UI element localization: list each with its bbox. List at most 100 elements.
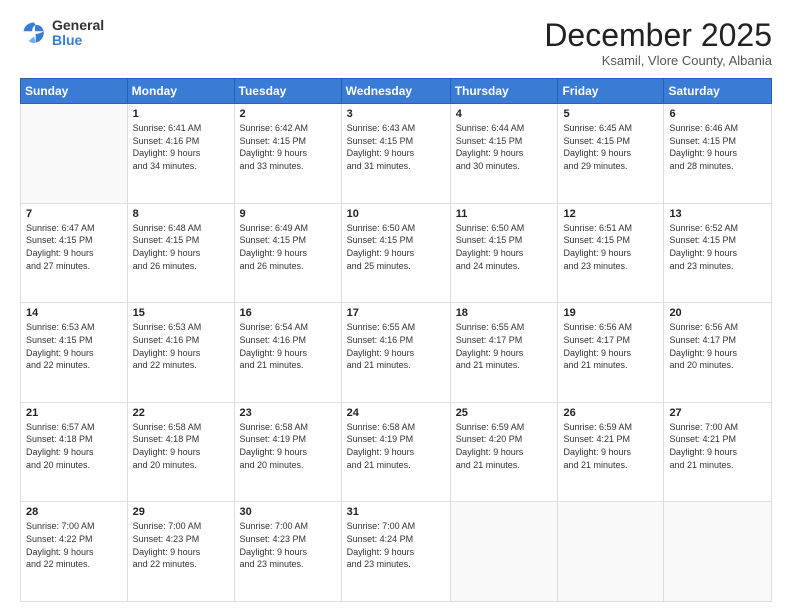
day-number: 29: [133, 506, 229, 518]
day-info-line: Sunrise: 6:52 AM: [669, 223, 738, 233]
day-info: Sunrise: 6:41 AMSunset: 4:16 PMDaylight:…: [133, 122, 229, 172]
calendar-body: 1Sunrise: 6:41 AMSunset: 4:16 PMDaylight…: [21, 104, 772, 602]
day-number: 13: [669, 208, 766, 220]
day-info-line: and 29 minutes.: [563, 161, 627, 171]
day-info-line: Sunset: 4:15 PM: [563, 235, 630, 245]
calendar-header: Sunday Monday Tuesday Wednesday Thursday…: [21, 79, 772, 104]
day-info-line: Sunset: 4:20 PM: [456, 434, 523, 444]
day-info-line: Daylight: 9 hours: [26, 248, 94, 258]
day-info-line: and 21 minutes.: [669, 460, 733, 470]
day-info-line: Sunrise: 7:00 AM: [133, 521, 202, 531]
day-number: 10: [347, 208, 445, 220]
calendar-cell: 6Sunrise: 6:46 AMSunset: 4:15 PMDaylight…: [664, 104, 772, 204]
day-info-line: and 23 minutes.: [240, 559, 304, 569]
day-info-line: Sunset: 4:15 PM: [456, 235, 523, 245]
day-info-line: and 22 minutes.: [26, 559, 90, 569]
day-info-line: Daylight: 9 hours: [456, 148, 524, 158]
header: General Blue December 2025 Ksamil, Vlore…: [20, 18, 772, 68]
day-info-line: Daylight: 9 hours: [669, 148, 737, 158]
day-info-line: Daylight: 9 hours: [669, 447, 737, 457]
logo-general-text: General: [52, 18, 104, 33]
calendar-week-1: 1Sunrise: 6:41 AMSunset: 4:16 PMDaylight…: [21, 104, 772, 204]
day-info-line: and 25 minutes.: [347, 261, 411, 271]
day-info-line: Sunrise: 6:57 AM: [26, 422, 95, 432]
day-info: Sunrise: 6:59 AM Sunset: 4:20 PM Daylight:…: [456, 421, 553, 471]
calendar-cell: 8Sunrise: 6:48 AMSunset: 4:15 PMDaylight…: [127, 203, 234, 303]
day-info-line: Sunset: 4:15 PM: [133, 235, 200, 245]
day-number: 27: [669, 407, 766, 419]
col-sunday: Sunday: [21, 79, 128, 104]
day-info: Sunrise: 6:49 AMSunset: 4:15 PMDaylight:…: [240, 222, 336, 272]
title-section: December 2025 Ksamil, Vlore County, Alba…: [544, 18, 772, 68]
day-info-line: Daylight: 9 hours: [347, 148, 415, 158]
day-info-line: and 21 minutes.: [347, 360, 411, 370]
calendar-cell: 3Sunrise: 6:43 AMSunset: 4:15 PMDaylight…: [341, 104, 450, 204]
day-info: Sunrise: 6:55 AMSunset: 4:17 PMDaylight:…: [456, 321, 553, 371]
day-number: 25: [456, 407, 553, 419]
day-info-line: Sunrise: 6:58 AM: [240, 422, 309, 432]
calendar-cell: [664, 502, 772, 602]
day-info: Sunrise: 6:50 AMSunset: 4:15 PMDaylight:…: [456, 222, 553, 272]
day-info-line: and 24 minutes.: [456, 261, 520, 271]
day-info-line: Sunrise: 7:00 AM: [26, 521, 95, 531]
day-info-line: Daylight: 9 hours: [133, 248, 201, 258]
calendar-cell: 7Sunrise: 6:47 AMSunset: 4:15 PMDaylight…: [21, 203, 128, 303]
day-info-line: Sunset: 4:15 PM: [669, 136, 736, 146]
day-number: 26: [563, 407, 658, 419]
day-info-line: Sunrise: 6:55 AM: [347, 322, 416, 332]
day-number: 12: [563, 208, 658, 220]
col-saturday: Saturday: [664, 79, 772, 104]
calendar-cell: 23Sunrise: 6:58 AMSunset: 4:19 PMDayligh…: [234, 402, 341, 502]
day-number: 20: [669, 307, 766, 319]
day-info-line: and 20 minutes.: [133, 460, 197, 470]
day-info-line: Daylight: 9 hours: [456, 447, 524, 457]
calendar-cell: 2Sunrise: 6:42 AMSunset: 4:15 PMDaylight…: [234, 104, 341, 204]
location: Ksamil, Vlore County, Albania: [544, 53, 772, 68]
day-info-line: Sunrise: 6:59 AM: [456, 422, 525, 432]
day-info-line: Sunset: 4:17 PM: [669, 335, 736, 345]
day-info-line: Sunset: 4:23 PM: [133, 534, 200, 544]
day-info-line: Daylight: 9 hours: [563, 248, 631, 258]
day-info-line: and 21 minutes.: [347, 460, 411, 470]
logo-icon: [20, 19, 48, 47]
logo-text: General Blue: [52, 18, 104, 49]
calendar-cell: [450, 502, 558, 602]
day-number: 11: [456, 208, 553, 220]
day-info: Sunrise: 7:00 AMSunset: 4:23 PMDaylight:…: [240, 520, 336, 570]
day-info: Sunrise: 6:57 AMSunset: 4:18 PMDaylight:…: [26, 421, 122, 471]
day-info: Sunrise: 6:52 AMSunset: 4:15 PMDaylight:…: [669, 222, 766, 272]
day-info-line: Daylight: 9 hours: [240, 148, 308, 158]
day-info-line: Sunset: 4:15 PM: [563, 136, 630, 146]
day-info-line: Daylight: 9 hours: [26, 447, 94, 457]
calendar-cell: 31Sunrise: 7:00 AMSunset: 4:24 PMDayligh…: [341, 502, 450, 602]
day-info: Sunrise: 6:45 AMSunset: 4:15 PMDaylight:…: [563, 122, 658, 172]
col-wednesday: Wednesday: [341, 79, 450, 104]
calendar-cell: 4Sunrise: 6:44 AMSunset: 4:15 PMDaylight…: [450, 104, 558, 204]
day-info-line: Daylight: 9 hours: [456, 348, 524, 358]
calendar-cell: [558, 502, 664, 602]
calendar-cell: 21Sunrise: 6:57 AMSunset: 4:18 PMDayligh…: [21, 402, 128, 502]
day-number: 18: [456, 307, 553, 319]
day-info-line: Daylight: 9 hours: [240, 447, 308, 457]
day-number: 31: [347, 506, 445, 518]
calendar-cell: 30Sunrise: 7:00 AMSunset: 4:23 PMDayligh…: [234, 502, 341, 602]
day-info-line: and 21 minutes.: [456, 360, 520, 370]
day-info: Sunrise: 6:56 AMSunset: 4:17 PMDaylight:…: [669, 321, 766, 371]
day-number: 24: [347, 407, 445, 419]
day-info-line: Sunrise: 6:42 AM: [240, 123, 309, 133]
calendar-table: Sunday Monday Tuesday Wednesday Thursday…: [20, 78, 772, 602]
day-info: Sunrise: 6:48 AMSunset: 4:15 PMDaylight:…: [133, 222, 229, 272]
day-info-line: Sunrise: 6:51 AM: [563, 223, 632, 233]
day-info-line: Sunset: 4:15 PM: [347, 235, 414, 245]
calendar-cell: 9Sunrise: 6:49 AMSunset: 4:15 PMDaylight…: [234, 203, 341, 303]
day-info-line: Sunrise: 6:50 AM: [456, 223, 525, 233]
day-number: 19: [563, 307, 658, 319]
calendar-cell: 1Sunrise: 6:41 AMSunset: 4:16 PMDaylight…: [127, 104, 234, 204]
day-info-line: Sunset: 4:21 PM: [669, 434, 736, 444]
day-info-line: Daylight: 9 hours: [133, 447, 201, 457]
day-info-line: Sunset: 4:16 PM: [133, 335, 200, 345]
day-info-line: and 26 minutes.: [133, 261, 197, 271]
day-info-line: Sunset: 4:15 PM: [669, 235, 736, 245]
day-info-line: Sunrise: 6:56 AM: [563, 322, 632, 332]
calendar-cell: 25 Sunrise: 6:59 AM Sunset: 4:20 PM Dayligh…: [450, 402, 558, 502]
